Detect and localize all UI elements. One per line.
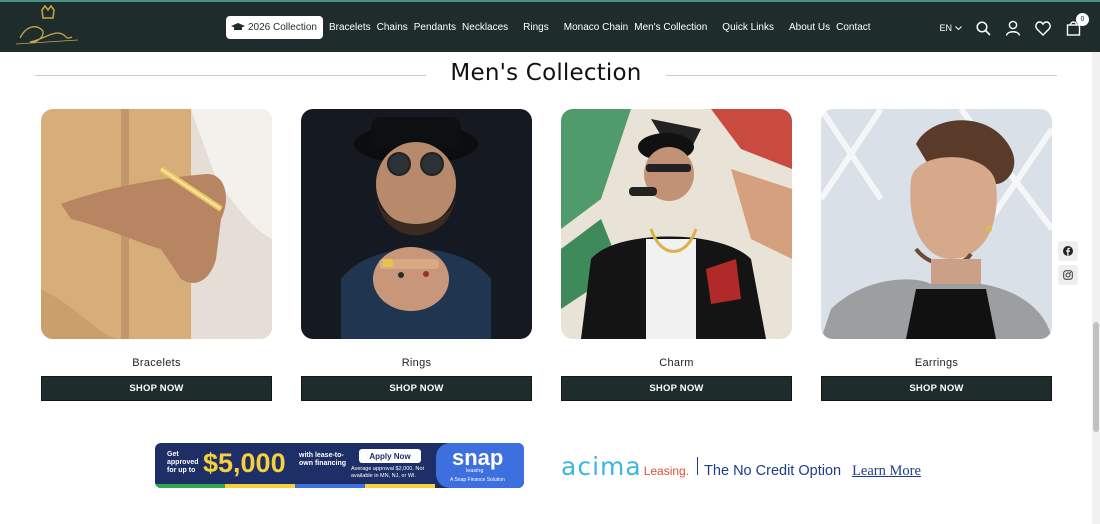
wishlist-button[interactable]: [1034, 19, 1052, 37]
chevron-down-icon: [955, 25, 962, 30]
page: 2026 Collection Bracelets Chains Pendant…: [0, 0, 1100, 524]
user-icon: [1005, 20, 1021, 36]
heading-rule-left: [35, 75, 426, 76]
card-label: Charm: [659, 357, 694, 369]
nav-item-pendants[interactable]: Pendants: [414, 22, 456, 33]
nav-item-rings[interactable]: Rings: [523, 22, 549, 33]
nav-item-quick-links[interactable]: Quick Links: [722, 22, 774, 33]
account-button[interactable]: [1004, 19, 1022, 37]
snap-fine-print: Average approval $2,000. Not available i…: [351, 466, 424, 479]
header-actions: EN 0: [939, 13, 1089, 40]
instagram-button[interactable]: [1058, 265, 1078, 285]
nav-item-chains[interactable]: Chains: [377, 22, 408, 33]
section-title: Men's Collection: [450, 60, 642, 86]
facebook-button[interactable]: [1058, 241, 1078, 261]
acima-banner: acima Leasing. The No Credit Option Lear…: [561, 452, 921, 481]
nav-label: 2026 Collection: [248, 21, 317, 33]
search-button[interactable]: [974, 19, 992, 37]
product-card-bracelets: Bracelets SHOP NOW: [41, 109, 272, 401]
site-header: 2026 Collection Bracelets Chains Pendant…: [0, 0, 1100, 52]
heading-rule-right: [666, 75, 1057, 76]
brand-logo[interactable]: [12, 4, 82, 50]
snap-with-text: with lease-to-own financing: [299, 452, 347, 467]
graduation-cap-icon: [231, 23, 245, 30]
nav-item-2026-collection[interactable]: 2026 Collection: [226, 15, 323, 39]
card-image[interactable]: [41, 109, 272, 339]
product-card-charm: Charm SHOP NOW: [561, 109, 792, 401]
snap-financing-banner[interactable]: Get approved for up to $5,000 with lease…: [155, 443, 524, 488]
acima-tagline: The No Credit Option: [704, 463, 842, 479]
nav-item-bracelets[interactable]: Bracelets: [329, 22, 371, 33]
shop-now-button[interactable]: SHOP NOW: [41, 376, 272, 401]
search-icon: [975, 20, 991, 36]
language-label: EN: [939, 23, 952, 33]
nav-item-contact[interactable]: Contact: [836, 22, 870, 33]
card-label: Earrings: [914, 357, 959, 369]
acima-leasing-label: Leasing.: [643, 464, 690, 478]
heart-icon: [1035, 20, 1051, 36]
nav-item-about-us[interactable]: About Us: [789, 22, 830, 33]
card-label: Bracelets: [132, 357, 181, 369]
language-selector[interactable]: EN: [939, 23, 962, 33]
card-image[interactable]: [301, 109, 532, 339]
nav-item-monaco-chain[interactable]: Monaco Chain: [564, 22, 628, 33]
scrollbar-thumb[interactable]: [1093, 322, 1099, 432]
nav-item-mens-collection[interactable]: Men's Collection: [634, 22, 707, 33]
facebook-icon: [1063, 246, 1073, 256]
card-image[interactable]: [821, 109, 1052, 339]
cart-count-badge: 0: [1076, 13, 1089, 26]
snap-brand-sub: leasing: [466, 468, 484, 474]
instagram-icon: [1063, 270, 1073, 280]
shop-now-button[interactable]: SHOP NOW: [561, 376, 792, 401]
card-image[interactable]: [561, 109, 792, 339]
nav-item-necklaces[interactable]: Necklaces: [462, 22, 508, 33]
snap-logo: snap leasing A Snap Finance Solution: [436, 443, 524, 488]
snap-get-approved: Get approved for up to: [167, 451, 199, 474]
acima-logo: acima: [561, 452, 642, 481]
snap-brand-sub2: A Snap Finance Solution: [450, 477, 505, 483]
shop-now-button[interactable]: SHOP NOW: [301, 376, 532, 401]
product-card-earrings: Earrings SHOP NOW: [821, 109, 1052, 401]
acima-divider: [697, 457, 699, 475]
snap-color-strip: [155, 484, 435, 488]
page-scrollbar[interactable]: [1092, 52, 1100, 524]
card-label: Rings: [401, 357, 432, 369]
product-card-rings: Rings SHOP NOW: [301, 109, 532, 401]
shop-now-button[interactable]: SHOP NOW: [821, 376, 1052, 401]
acima-learn-more-link[interactable]: Learn More: [852, 463, 921, 480]
main-nav: 2026 Collection Bracelets Chains Pendant…: [226, 14, 871, 40]
snap-apply-now-button[interactable]: Apply Now: [359, 449, 421, 463]
snap-amount: $5,000: [203, 448, 286, 478]
cart-button[interactable]: 0: [1064, 13, 1089, 37]
